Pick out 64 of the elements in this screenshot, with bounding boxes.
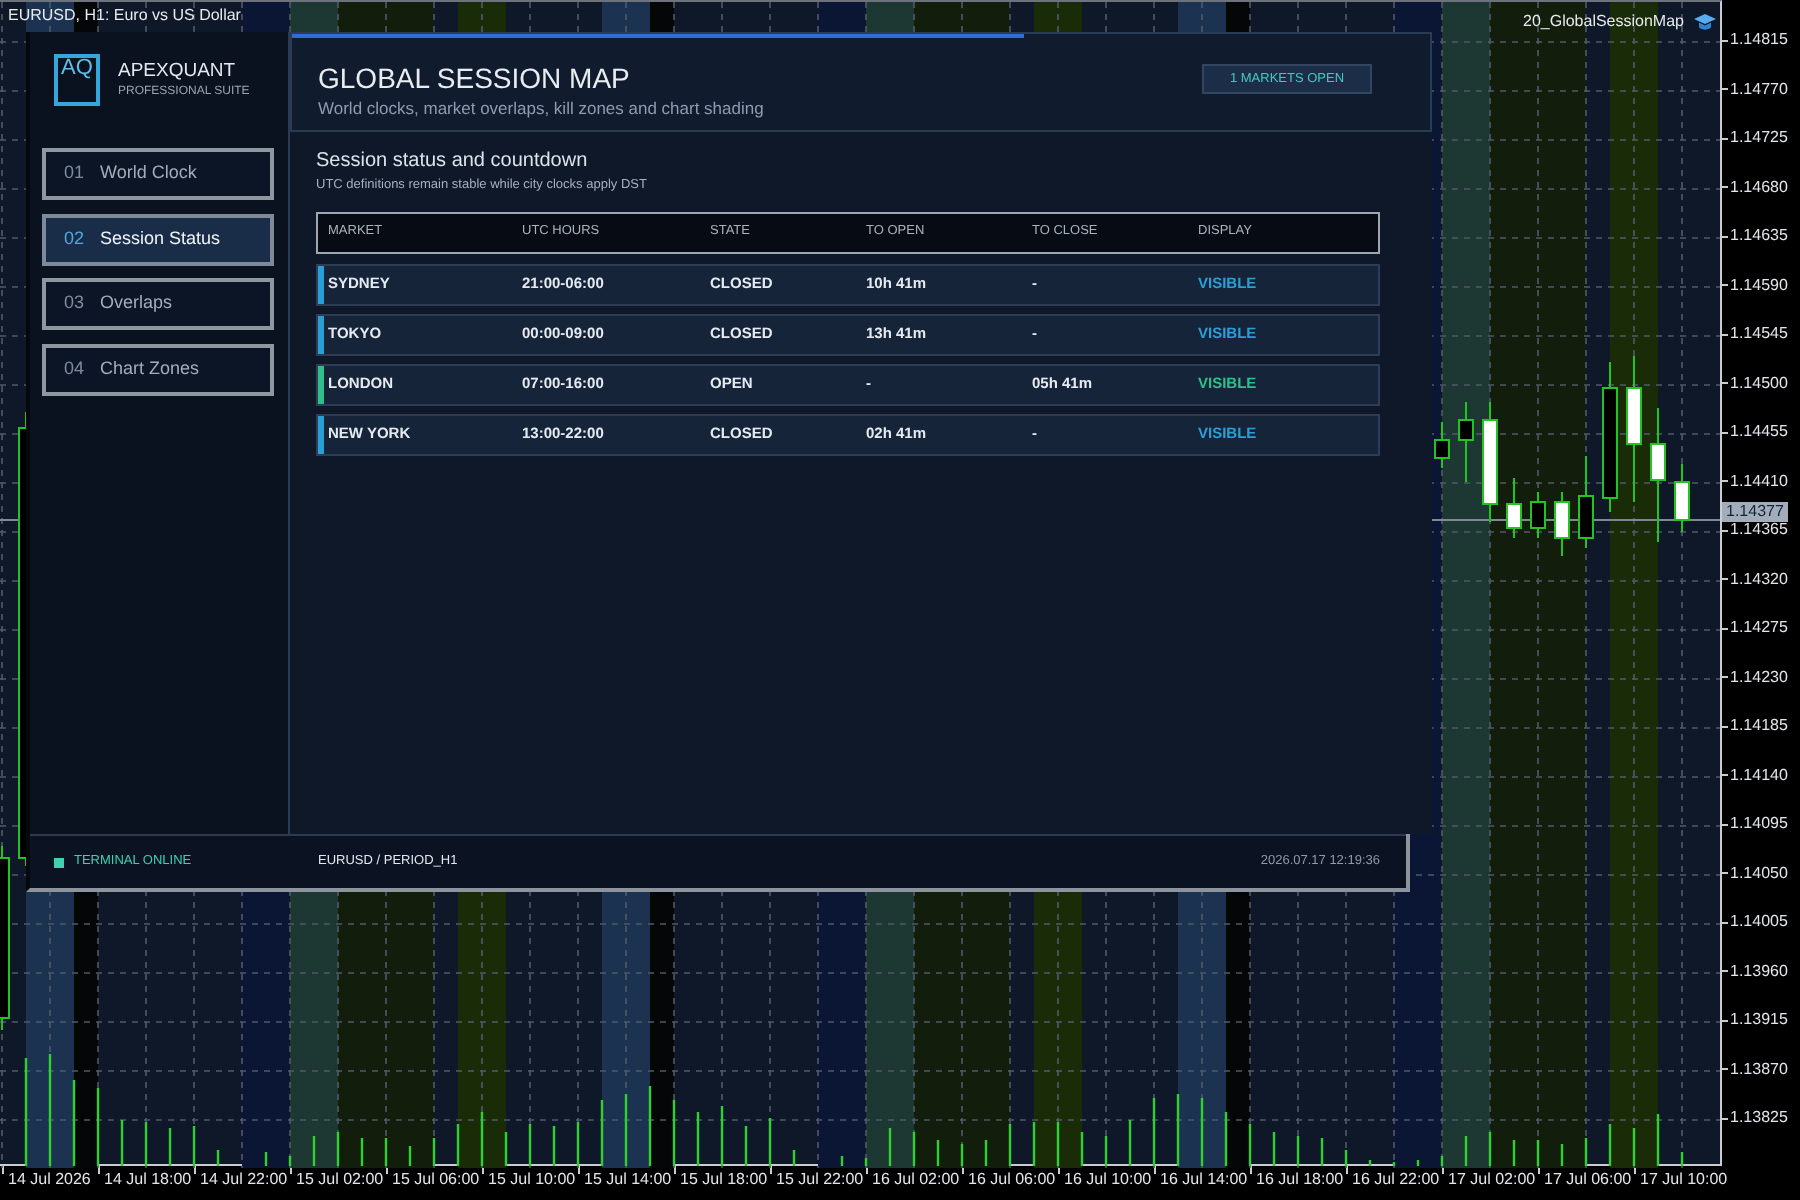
price-label: 1.14275 — [1730, 620, 1788, 636]
candlestick — [1674, 463, 1690, 533]
indicator-label: 20_GlobalSessionMap — [1523, 10, 1684, 34]
chart-symbol-label: EURUSD, H1: Euro vs US Dollar — [8, 4, 241, 28]
page-subtitle: World clocks, market overlaps, kill zones and chart shading — [318, 100, 764, 117]
price-label: 1.14815 — [1730, 32, 1788, 48]
graduation-cap-icon — [1694, 13, 1716, 31]
nav-item[interactable]: 01 World Clock — [42, 148, 274, 200]
price-label: 1.14230 — [1730, 669, 1788, 685]
price-label: 1.13915 — [1730, 1012, 1788, 1028]
time-label: 17 Jul 10:00 — [1640, 1172, 1728, 1188]
nav-item[interactable]: 02 Session Status — [42, 213, 274, 265]
section-title: Session status and countdown — [316, 152, 590, 172]
candlestick — [1554, 491, 1570, 557]
time-label: 15 Jul 18:00 — [680, 1172, 768, 1188]
time-label: 16 Jul 18:00 — [1256, 1172, 1344, 1188]
time-label: 14 Jul 2026 — [8, 1172, 91, 1188]
price-label: 1.14635 — [1730, 228, 1788, 244]
time-label: 15 Jul 02:00 — [296, 1172, 384, 1188]
price-label: 1.14185 — [1730, 718, 1788, 734]
price-label: 1.14320 — [1730, 571, 1788, 587]
price-label: 1.14005 — [1730, 914, 1788, 930]
logo: AQ — [54, 54, 100, 106]
nav-item[interactable]: 04 Chart Zones — [42, 343, 274, 395]
candlestick — [1434, 421, 1450, 469]
price-label: 1.13825 — [1730, 1110, 1788, 1126]
price-label: 1.14590 — [1730, 277, 1788, 293]
time-label: 15 Jul 10:00 — [488, 1172, 576, 1188]
time-label: 14 Jul 18:00 — [104, 1172, 192, 1188]
candlestick — [1458, 401, 1474, 483]
nav-item[interactable]: 03 Overlaps — [42, 278, 274, 330]
candlestick — [1650, 407, 1666, 543]
candlestick — [1530, 491, 1546, 539]
brand-name: APEXQUANT — [118, 61, 238, 81]
status-square-icon — [54, 857, 64, 867]
price-label: 1.13960 — [1730, 963, 1788, 979]
price-label: 1.14725 — [1730, 130, 1788, 146]
time-label: 16 Jul 14:00 — [1160, 1172, 1248, 1188]
price-label: 1.14545 — [1730, 326, 1788, 342]
time-label: 14 Jul 22:00 — [200, 1172, 288, 1188]
candlestick — [1578, 455, 1594, 549]
price-label: 1.14680 — [1730, 179, 1788, 195]
current-price-label: 1.14377 — [1722, 502, 1788, 522]
price-label: 1.13870 — [1730, 1061, 1788, 1077]
price-label: 1.14455 — [1730, 424, 1788, 440]
price-label: 1.14140 — [1730, 767, 1788, 783]
time-label: 16 Jul 10:00 — [1064, 1172, 1152, 1188]
time-label: 15 Jul 06:00 — [392, 1172, 480, 1188]
price-label: 1.14050 — [1730, 865, 1788, 881]
candlestick — [1482, 401, 1498, 523]
price-label: 1.14410 — [1730, 473, 1788, 489]
time-label: 17 Jul 06:00 — [1544, 1172, 1632, 1188]
time-label: 17 Jul 02:00 — [1448, 1172, 1536, 1188]
price-label: 1.14500 — [1730, 375, 1788, 391]
time-label: 15 Jul 22:00 — [776, 1172, 864, 1188]
time-label: 16 Jul 22:00 — [1352, 1172, 1440, 1188]
price-label: 1.14770 — [1730, 81, 1788, 97]
time-label: 15 Jul 14:00 — [584, 1172, 672, 1188]
time-label: 16 Jul 06:00 — [968, 1172, 1056, 1188]
price-label: 1.14095 — [1730, 816, 1788, 832]
time-label: 16 Jul 02:00 — [872, 1172, 960, 1188]
page-title: GLOBAL SESSION MAP — [318, 64, 632, 92]
price-label: 1.14365 — [1730, 522, 1788, 538]
candlestick — [1506, 477, 1522, 539]
